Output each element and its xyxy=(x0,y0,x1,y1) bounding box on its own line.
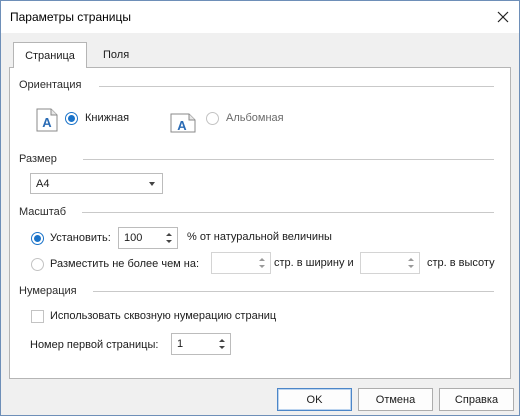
ok-button-label: OK xyxy=(306,393,323,406)
scale-set-radio[interactable] xyxy=(31,232,44,245)
chevron-down-icon xyxy=(149,182,155,186)
spin-up-icon[interactable] xyxy=(166,233,172,236)
tab-panel: Ориентация A Книжная A Альбомная Размер … xyxy=(9,67,511,379)
title-bar: Параметры страницы xyxy=(1,1,519,33)
continuous-numbering-label: Использовать сквозную нумерацию страниц xyxy=(50,310,277,322)
spin-up-icon[interactable] xyxy=(219,339,225,342)
tab-page[interactable]: Страница xyxy=(13,42,87,68)
fit-width-input[interactable] xyxy=(211,252,271,274)
first-page-label: Номер первой страницы: xyxy=(30,339,159,351)
scale-percent-value: 100 xyxy=(124,232,143,244)
ok-button[interactable]: OK xyxy=(277,388,352,411)
scale-heading: Масштаб xyxy=(19,206,67,218)
scale-percent-input[interactable]: 100 xyxy=(118,227,178,249)
orientation-divider xyxy=(99,86,494,87)
spin-down-icon[interactable] xyxy=(166,240,172,243)
landscape-radio[interactable] xyxy=(206,112,219,125)
help-button-label: Справка xyxy=(454,393,499,406)
dialog-title: Параметры страницы xyxy=(10,10,131,24)
fit-height-input[interactable] xyxy=(360,252,420,274)
portrait-icon-letter: A xyxy=(42,115,52,130)
size-heading: Размер xyxy=(19,153,57,165)
numbering-heading: Нумерация xyxy=(19,285,77,297)
landscape-page-icon: A xyxy=(170,113,196,133)
portrait-page-icon: A xyxy=(36,108,58,132)
tab-margins-label: Поля xyxy=(103,48,130,61)
portrait-label: Книжная xyxy=(85,112,130,124)
scale-percent-suffix: % от натуральной величины xyxy=(187,231,332,243)
scale-fit-radio[interactable] xyxy=(31,258,44,271)
paper-size-value: A4 xyxy=(36,178,50,190)
orientation-heading: Ориентация xyxy=(19,79,82,91)
help-button[interactable]: Справка xyxy=(439,388,514,411)
cancel-button[interactable]: Отмена xyxy=(358,388,433,411)
fit-height-suffix: стр. в высоту xyxy=(427,257,495,269)
continuous-numbering-checkbox[interactable] xyxy=(31,310,44,323)
spin-down-icon[interactable] xyxy=(219,346,225,349)
tab-page-label: Страница xyxy=(25,49,75,62)
landscape-label: Альбомная xyxy=(226,112,284,124)
portrait-radio[interactable] xyxy=(65,112,78,125)
spin-up-icon[interactable] xyxy=(259,258,265,261)
first-page-number-input[interactable]: 1 xyxy=(171,333,231,355)
fit-width-suffix: стр. в ширину и xyxy=(274,257,354,269)
spin-down-icon[interactable] xyxy=(259,265,265,268)
size-divider xyxy=(83,159,494,160)
paper-size-select[interactable]: A4 xyxy=(30,173,163,194)
page-setup-dialog: Параметры страницы Страница Поля Ориента… xyxy=(0,0,520,416)
scale-set-label: Установить: xyxy=(50,232,111,244)
cancel-button-label: Отмена xyxy=(375,393,416,406)
numbering-divider xyxy=(93,291,494,292)
tab-margins[interactable]: Поля xyxy=(93,43,139,66)
spin-down-icon[interactable] xyxy=(408,265,414,268)
close-button[interactable] xyxy=(487,1,519,33)
scale-fit-label: Разместить не более чем на: xyxy=(50,258,200,270)
close-icon xyxy=(497,11,509,23)
scale-divider xyxy=(82,212,494,213)
spin-up-icon[interactable] xyxy=(408,258,414,261)
first-page-number-value: 1 xyxy=(177,338,184,350)
landscape-icon-letter: A xyxy=(177,118,187,133)
